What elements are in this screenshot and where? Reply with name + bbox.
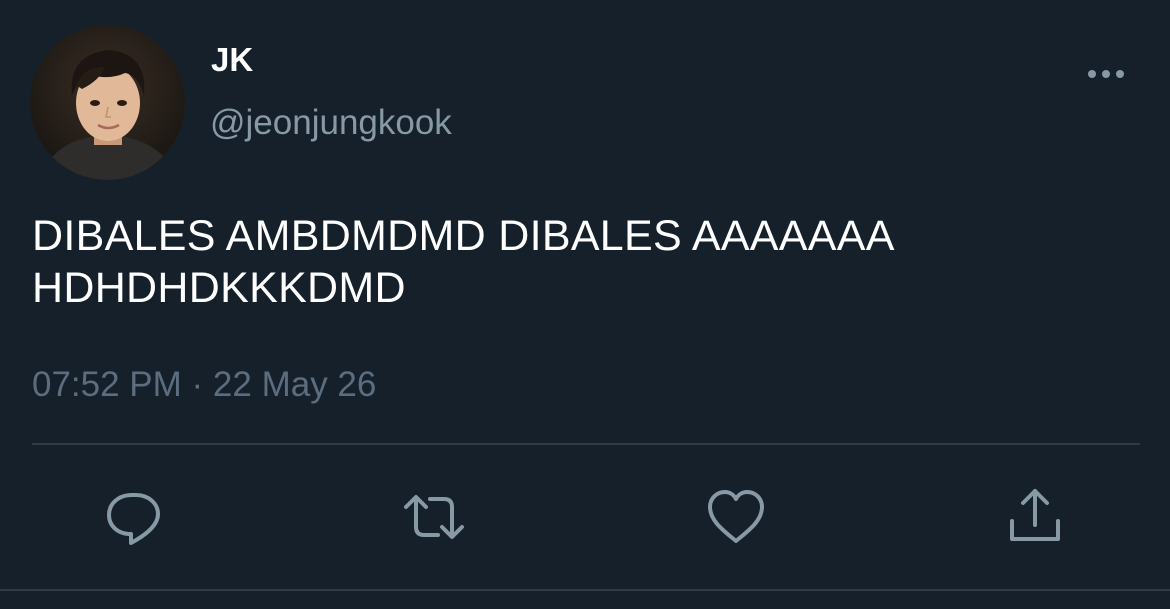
like-button[interactable]: [704, 485, 768, 549]
retweet-button[interactable]: [402, 485, 466, 549]
avatar[interactable]: [30, 25, 185, 180]
author-display-name[interactable]: JK: [211, 42, 253, 78]
speech-bubble-icon: [107, 493, 160, 545]
tweet-timestamp[interactable]: 07:52 PM · 22 May 26: [32, 365, 376, 405]
share-button[interactable]: [1003, 485, 1067, 549]
reply-button[interactable]: [102, 485, 166, 549]
bottom-divider: [0, 589, 1170, 591]
retweet-arrows-icon: [404, 495, 464, 539]
heart-icon: [708, 490, 764, 543]
upload-arrow-icon: [1010, 489, 1060, 541]
author-handle[interactable]: @jeonjungkook: [210, 104, 452, 142]
tweet-text: DIBALES AMBDMDMD DIBALES AAAAAAA HDHDHDK…: [32, 212, 893, 312]
divider: [32, 443, 1140, 445]
tweet-card: JK @jeonjungkook DIBALES AMBDMDMD DIBALE…: [0, 0, 1170, 609]
more-options-icon[interactable]: [1086, 62, 1128, 86]
